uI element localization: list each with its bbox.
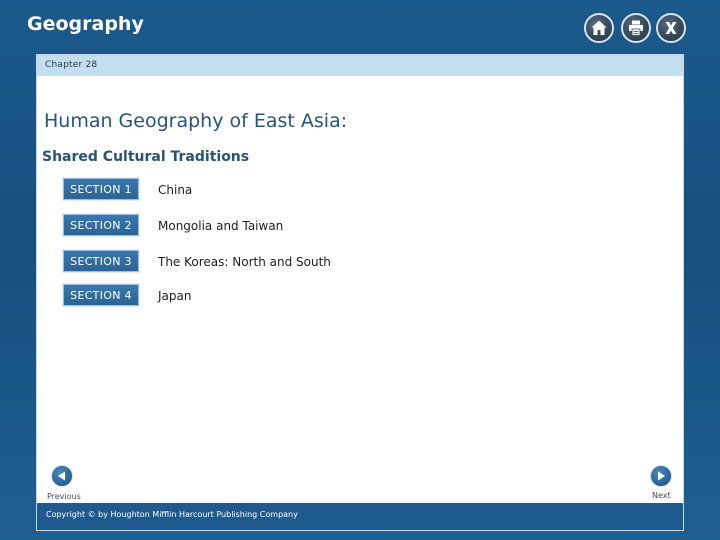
chapter-bar: Chapter 28 xyxy=(37,55,683,76)
page-title: Human Geography of East Asia: xyxy=(44,110,348,132)
right-arrow-icon xyxy=(658,471,665,481)
home-icon xyxy=(591,20,607,35)
left-arrow-icon xyxy=(58,471,65,481)
previous-button[interactable] xyxy=(51,465,73,487)
close-icon xyxy=(665,22,677,34)
section-row-1: SECTION 1 China xyxy=(63,178,463,202)
close-button[interactable] xyxy=(656,13,686,43)
chapter-label: Chapter 28 xyxy=(45,60,98,70)
page-subtitle: Shared Cultural Traditions xyxy=(42,149,250,165)
home-button[interactable] xyxy=(584,13,614,43)
app-title: Geography xyxy=(27,13,144,35)
section-row-2: SECTION 2 Mongolia and Taiwan xyxy=(63,214,463,238)
print-button[interactable] xyxy=(621,13,651,43)
printer-icon xyxy=(629,20,643,36)
section-row-4: SECTION 4 Japan xyxy=(63,284,463,308)
section-3-button[interactable]: SECTION 3 xyxy=(63,250,139,272)
section-4-button[interactable]: SECTION 4 xyxy=(63,284,139,306)
next-label[interactable]: Next xyxy=(652,491,671,500)
section-2-button[interactable]: SECTION 2 xyxy=(63,214,139,236)
next-button[interactable] xyxy=(650,465,672,487)
previous-label[interactable]: Previous xyxy=(47,492,81,501)
section-4-title: Japan xyxy=(158,289,192,303)
section-1-button[interactable]: SECTION 1 xyxy=(63,178,139,200)
copyright-text: Copyright © by Houghton Mifflin Harcourt… xyxy=(46,510,298,519)
section-row-3: SECTION 3 The Koreas: North and South xyxy=(63,250,463,274)
section-1-title: China xyxy=(158,183,193,197)
content-panel: Chapter 28 Human Geography of East Asia:… xyxy=(36,54,684,531)
section-3-title: The Koreas: North and South xyxy=(158,255,331,269)
footer-bar: Copyright © by Houghton Mifflin Harcourt… xyxy=(37,503,683,530)
section-2-title: Mongolia and Taiwan xyxy=(158,219,284,233)
